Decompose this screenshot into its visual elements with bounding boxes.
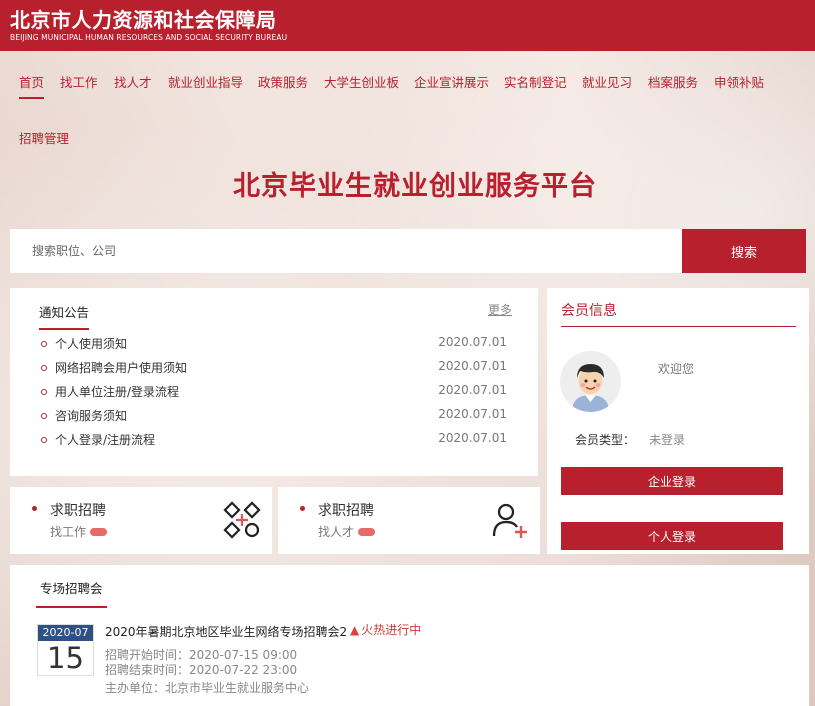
- shortcut-title: 求职招聘: [50, 503, 106, 519]
- bullet-icon: [41, 389, 47, 395]
- notice-item[interactable]: 个人登录/注册流程 2020.07.01: [39, 431, 507, 455]
- shortcut-find-job[interactable]: 求职招聘 找工作: [10, 487, 272, 554]
- nav-startup[interactable]: 大学生创业板: [324, 72, 399, 91]
- site-title-en: BEIJING MUNICIPAL HUMAN RESOURCES AND SO…: [10, 33, 288, 42]
- shortcut-title: 求职招聘: [318, 503, 374, 519]
- nav-internship[interactable]: 就业见习: [582, 72, 632, 91]
- bullet-icon: [41, 437, 47, 443]
- notice-item-date: 2020.07.01: [438, 359, 507, 373]
- notice-item[interactable]: 个人使用须知 2020.07.01: [39, 335, 507, 359]
- notice-item-text[interactable]: 网络招聘会用户使用须知: [55, 359, 187, 376]
- notice-item-date: 2020.07.01: [438, 335, 507, 349]
- notice-list: 个人使用须知 2020.07.01 网络招聘会用户使用须知 2020.07.01…: [39, 335, 507, 455]
- member-title: 会员信息: [561, 300, 796, 327]
- search-button[interactable]: 搜索: [682, 229, 806, 273]
- search-box: [10, 229, 683, 273]
- hot-badge-icon: [90, 528, 107, 536]
- notice-item[interactable]: 用人单位注册/登录流程 2020.07.01: [39, 383, 507, 407]
- member-type-label: 会员类型：: [575, 433, 636, 447]
- flame-icon: ▲: [350, 623, 360, 637]
- notice-item-date: 2020.07.01: [438, 431, 507, 445]
- nav-find-talent[interactable]: 找人才: [114, 72, 152, 91]
- nav-recruit-manage[interactable]: 招聘管理: [19, 128, 69, 147]
- member-type-value: 未登录: [649, 433, 686, 447]
- job-fair-organizer: 主办单位：北京市毕业生就业服务中心: [105, 681, 310, 695]
- job-fair-status-text: 火热进行中: [361, 623, 422, 637]
- avatar-icon: [560, 351, 621, 412]
- notice-item[interactable]: 咨询服务须知 2020.07.01: [39, 407, 507, 431]
- calendar-badge: 2020-07 15: [37, 624, 94, 676]
- notice-item-text[interactable]: 用人单位注册/登录流程: [55, 383, 179, 400]
- calendar-month: 2020-07: [38, 625, 93, 641]
- notice-item-date: 2020.07.01: [438, 407, 507, 421]
- member-panel: 会员信息 欢迎您 会员类型： 未登录 企业登录 个人登录: [547, 288, 809, 554]
- bullet-icon: [41, 413, 47, 419]
- notice-panel: 通知公告 更多 个人使用须知 2020.07.01 网络招聘会用户使用须知 20…: [10, 288, 538, 476]
- nav-policy[interactable]: 政策服务: [258, 72, 308, 91]
- notice-item-text[interactable]: 个人使用须知: [55, 335, 127, 352]
- job-fair-title: 专场招聘会: [36, 578, 107, 608]
- enterprise-login-button[interactable]: 企业登录: [561, 467, 783, 495]
- hot-badge-icon: [358, 528, 375, 536]
- nav-registration[interactable]: 实名制登记: [504, 72, 567, 91]
- nav-subsidy[interactable]: 申领补贴: [714, 72, 764, 91]
- grid-diamonds-icon: [223, 501, 261, 539]
- job-fair-panel: 专场招聘会 2020-07 15 2020年暑期北京地区毕业生网络专场招聘会2 …: [10, 565, 809, 706]
- job-fair-status: ▲ 火热进行中: [350, 621, 421, 638]
- avatar: [560, 351, 621, 412]
- job-fair-name[interactable]: 2020年暑期北京地区毕业生网络专场招聘会2: [105, 623, 347, 640]
- nav-home[interactable]: 首页: [19, 72, 45, 99]
- shortcut-subtitle: 找工作: [50, 525, 87, 539]
- welcome-text: 欢迎您: [658, 362, 695, 376]
- search-input[interactable]: [10, 229, 683, 273]
- notice-item-date: 2020.07.01: [438, 383, 507, 397]
- shortcut-find-talent[interactable]: 求职招聘 找人才: [278, 487, 540, 554]
- notice-item[interactable]: 网络招聘会用户使用须知 2020.07.01: [39, 359, 507, 383]
- site-title: 北京市人力资源和社会保障局: [10, 8, 277, 32]
- header-bar: 北京市人力资源和社会保障局 BEIJING MUNICIPAL HUMAN RE…: [0, 0, 815, 51]
- nav-find-job[interactable]: 找工作: [60, 72, 98, 91]
- bullet-icon: [41, 341, 47, 347]
- notice-title: 通知公告: [39, 302, 90, 330]
- nav-archive[interactable]: 档案服务: [648, 72, 698, 91]
- shortcut-subtitle: 找人才: [318, 525, 355, 539]
- notice-more-link[interactable]: 更多: [488, 301, 512, 318]
- calendar-day: 15: [47, 641, 84, 675]
- nav-enterprise-show[interactable]: 企业宣讲展示: [414, 72, 489, 91]
- add-person-icon: [492, 503, 527, 538]
- personal-login-button[interactable]: 个人登录: [561, 522, 783, 550]
- bullet-icon: [32, 506, 37, 511]
- page-title: 北京毕业生就业创业服务平台: [233, 171, 597, 202]
- bullet-icon: [300, 506, 305, 511]
- nav-career-guidance[interactable]: 就业创业指导: [168, 72, 243, 91]
- job-fair-end: 招聘结束时间：2020-07-22 23:00: [105, 663, 298, 677]
- bullet-icon: [41, 365, 47, 371]
- notice-item-text[interactable]: 个人登录/注册流程: [55, 431, 155, 448]
- notice-item-text[interactable]: 咨询服务须知: [55, 407, 127, 424]
